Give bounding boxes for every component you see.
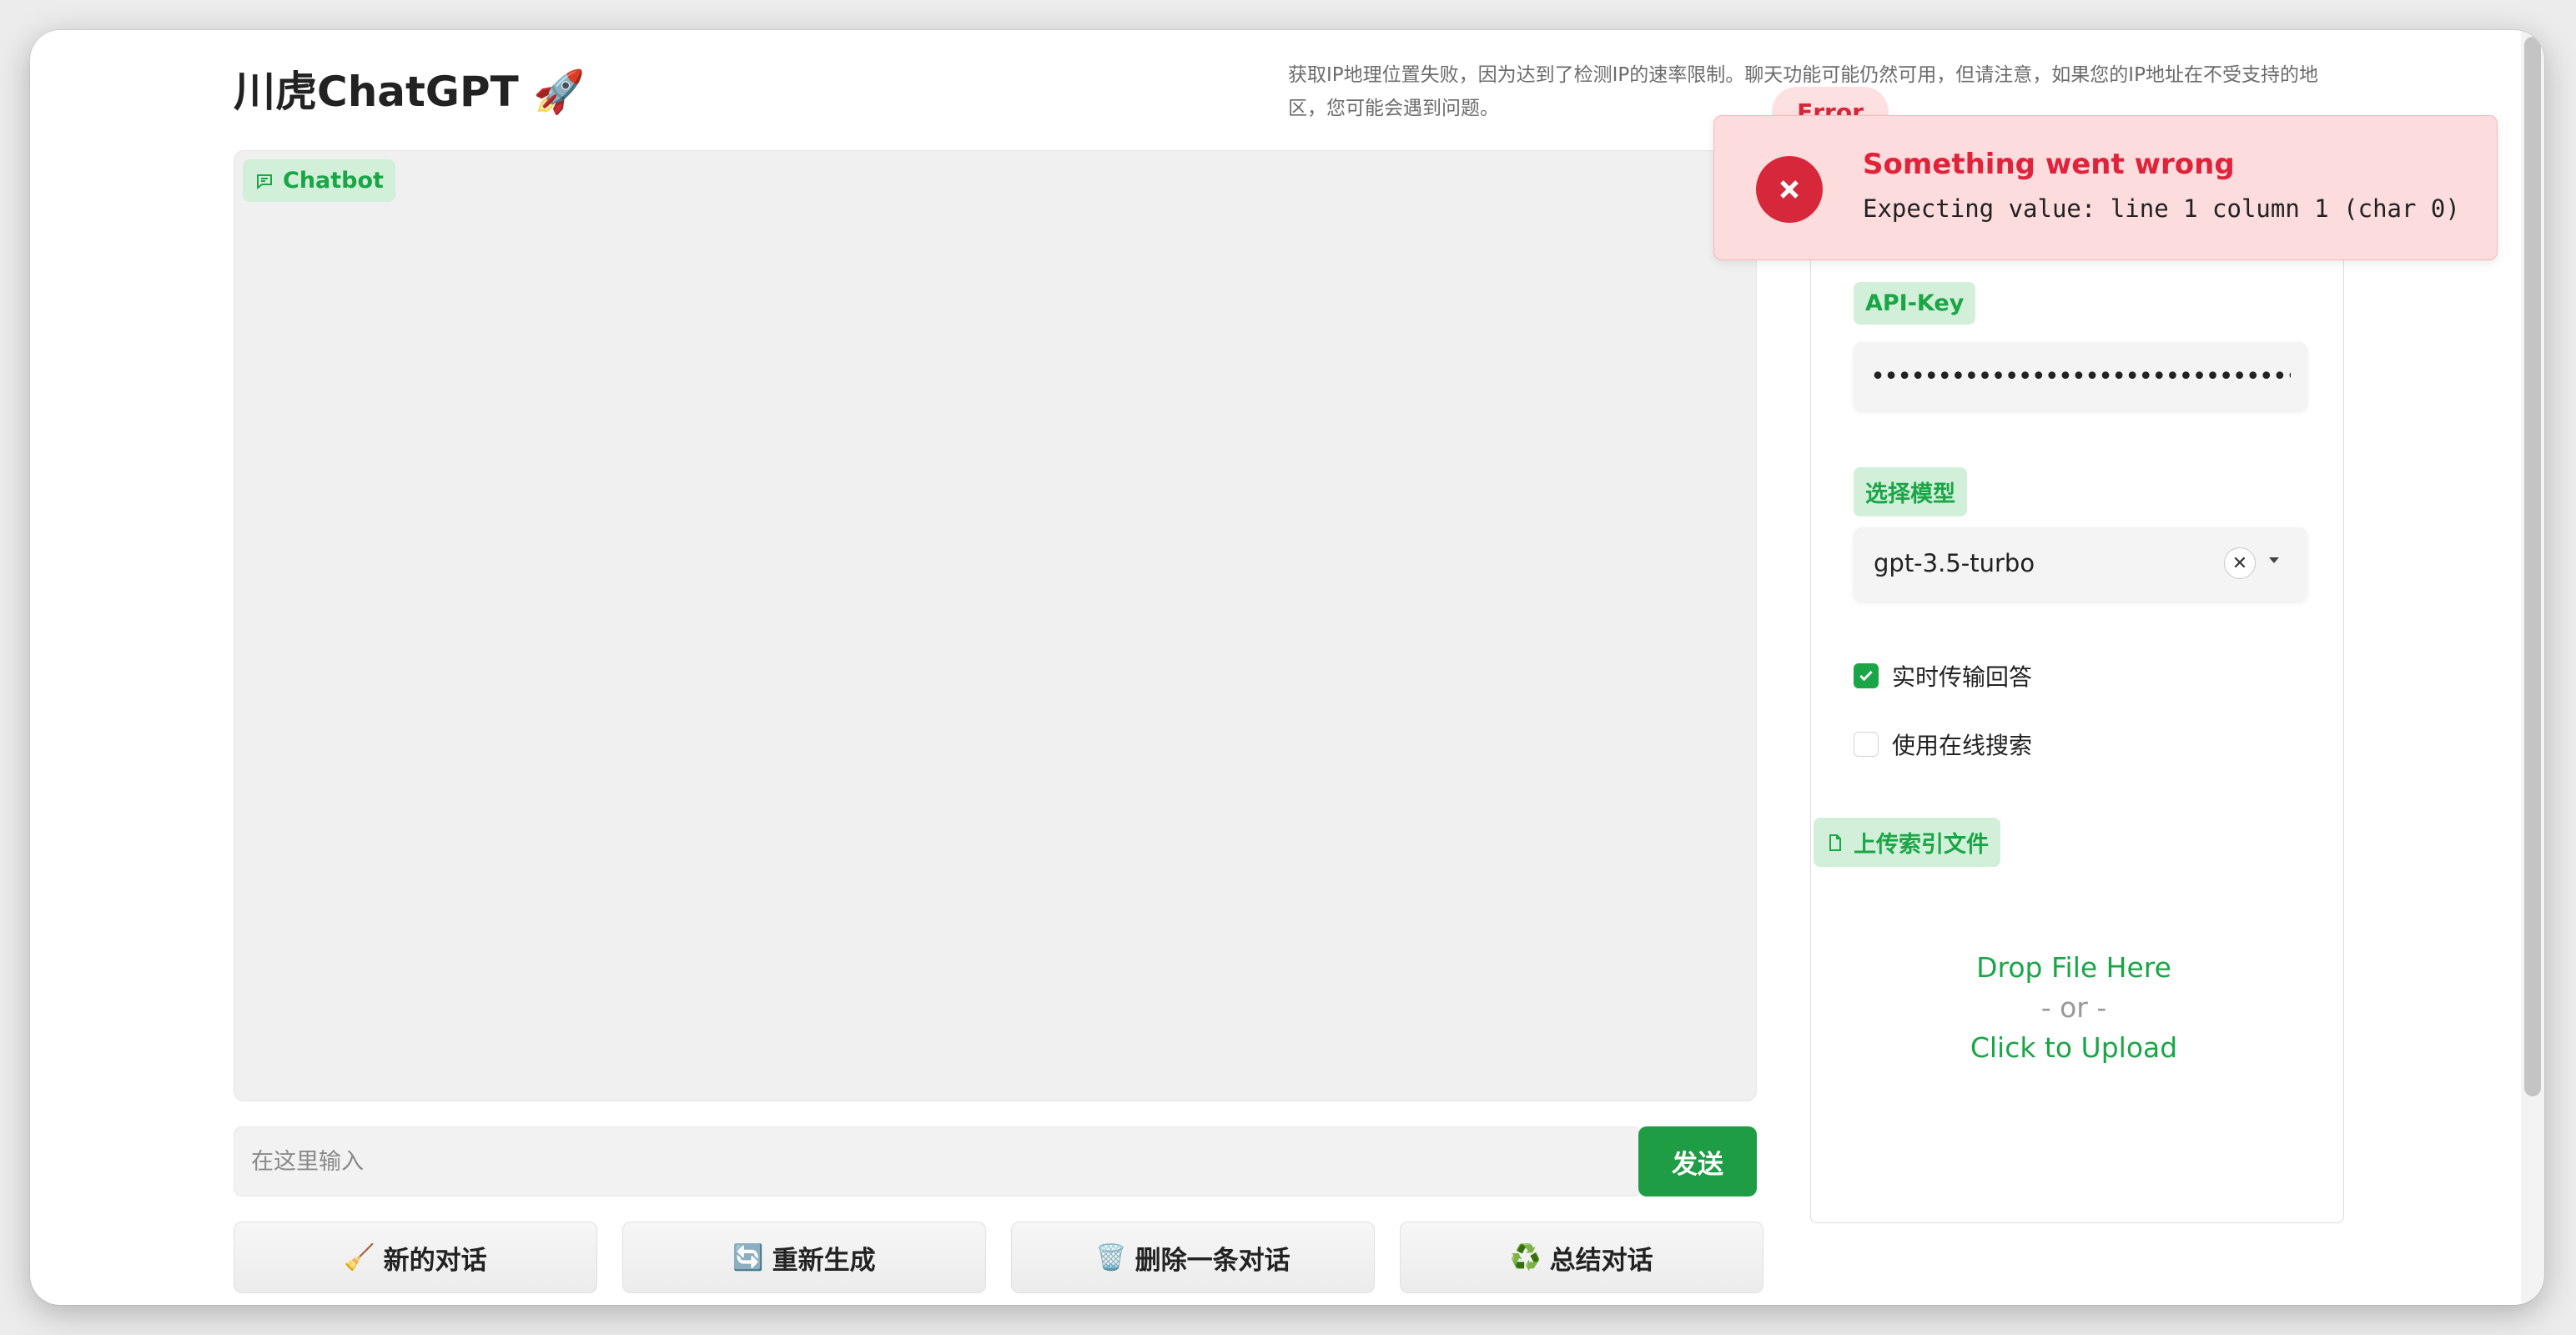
trash-icon: 🗑️ [1095, 1242, 1127, 1272]
chatbot-panel: Chatbot [234, 150, 1757, 1101]
stream-option[interactable]: 实时传输回答 [1854, 659, 2032, 693]
x-icon [1780, 180, 1799, 199]
file-drop-zone[interactable]: Drop File Here - or - Click to Upload [1840, 948, 2307, 1068]
error-message: Expecting value: line 1 column 1 (char 0… [1863, 194, 2460, 223]
chevron-down-icon[interactable] [2269, 557, 2279, 563]
refresh-icon: 🔄 [732, 1242, 764, 1272]
api-key-input[interactable] [1854, 342, 2307, 411]
checkmark-icon [1859, 670, 1873, 682]
action-button-row: 🧹 新的对话 🔄 重新生成 🗑️ 删除一条对话 ♻️ 总结对话 [234, 1222, 1763, 1293]
regenerate-label: 重新生成 [772, 1245, 876, 1276]
model-select[interactable]: gpt-3.5-turbo ✕ [1854, 527, 2307, 601]
broom-icon: 🧹 [344, 1242, 375, 1272]
message-input[interactable] [234, 1126, 1642, 1196]
click-to-upload-text: Click to Upload [1970, 1031, 2178, 1064]
page-title: 川虎ChatGPT 🚀 [234, 68, 586, 116]
web-search-checkbox[interactable] [1854, 732, 1879, 757]
model-select-value: gpt-3.5-turbo [1874, 549, 2035, 577]
summarize-label: 总结对话 [1549, 1245, 1653, 1276]
regenerate-button[interactable]: 🔄 重新生成 [622, 1222, 986, 1293]
upload-label: 上传索引文件 [1814, 818, 2000, 867]
error-toast[interactable]: Something went wrong Expecting value: li… [1713, 115, 2498, 260]
upload-label-text: 上传索引文件 [1854, 832, 1989, 858]
api-key-label: API-Key [1854, 282, 1976, 325]
model-label: 选择模型 [1854, 467, 1967, 516]
error-title: Something went wrong [1863, 148, 2235, 181]
delete-message-label: 删除一条对话 [1135, 1245, 1291, 1276]
scrollbar-thumb[interactable] [2524, 37, 2541, 1096]
clear-selection-icon[interactable]: ✕ [2224, 547, 2256, 579]
drop-file-text: Drop File Here [1976, 951, 2171, 984]
new-conversation-label: 新的对话 [383, 1245, 487, 1276]
chatbot-label-badge: Chatbot [243, 159, 395, 202]
file-icon [1829, 834, 1841, 851]
chatbot-label: Chatbot [283, 168, 384, 194]
new-conversation-button[interactable]: 🧹 新的对话 [234, 1222, 597, 1293]
recycle-icon: ♻️ [1510, 1242, 1542, 1272]
model-label-text: 选择模型 [1865, 481, 1955, 507]
error-close-icon[interactable] [1756, 156, 1823, 223]
stream-checkbox[interactable] [1854, 663, 1879, 688]
scrollbar[interactable] [2521, 30, 2544, 1305]
chat-bubble-icon [257, 174, 272, 189]
send-button[interactable]: 发送 [1638, 1126, 1757, 1196]
delete-message-button[interactable]: 🗑️ 删除一条对话 [1011, 1222, 1375, 1293]
api-key-field-wrap [1854, 342, 2307, 411]
api-key-label-text: API-Key [1865, 290, 1965, 316]
stream-label: 实时传输回答 [1892, 663, 2033, 691]
summarize-button[interactable]: ♻️ 总结对话 [1400, 1222, 1763, 1293]
drop-or-text: - or - [2040, 991, 2107, 1024]
web-search-option[interactable]: 使用在线搜索 [1854, 728, 2032, 761]
web-search-label: 使用在线搜索 [1892, 732, 2033, 759]
app-window: 川虎ChatGPT 🚀 获取IP地理位置失败，因为达到了检测IP的速率限制。聊天… [30, 30, 2544, 1305]
